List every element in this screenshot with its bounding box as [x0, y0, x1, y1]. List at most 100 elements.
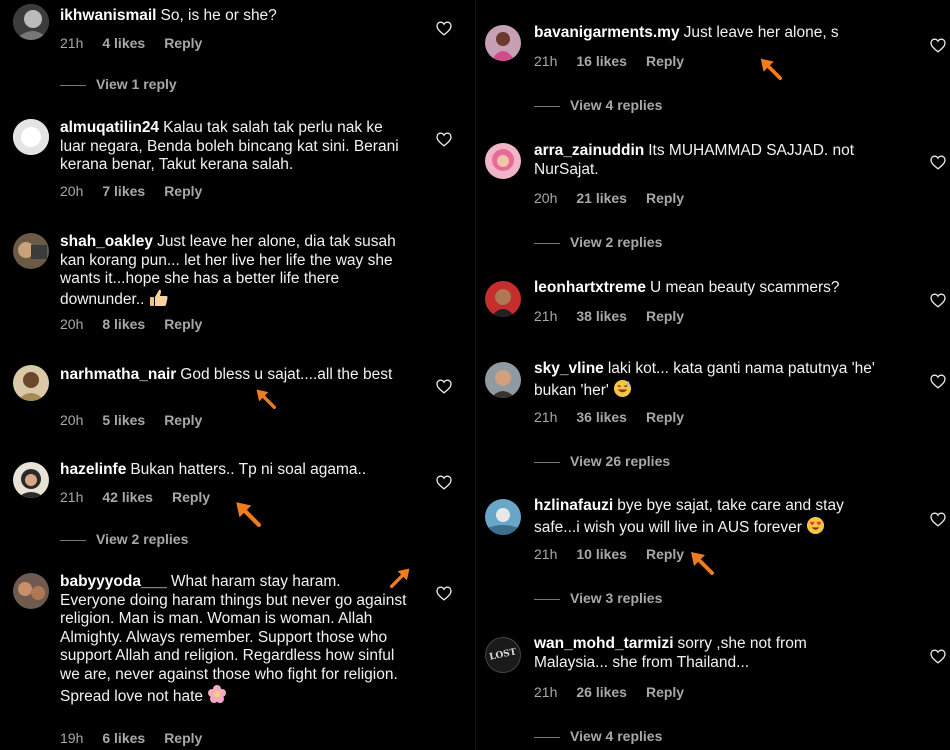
heart-icon[interactable] — [930, 649, 946, 664]
reply-button[interactable]: Reply — [172, 489, 210, 505]
heart-icon[interactable] — [930, 155, 946, 170]
avatar-logo-text: LOST — [488, 647, 518, 663]
arrow-annotation-icon — [390, 566, 412, 588]
arrow-annotation-icon — [254, 387, 276, 409]
divider-line — [534, 105, 560, 107]
flower-icon — [207, 684, 227, 710]
avatar[interactable] — [485, 281, 521, 317]
comment-likes[interactable]: 6 likes — [102, 730, 145, 746]
view-replies-button[interactable]: View 4 replies — [534, 97, 662, 113]
comment-username[interactable]: babyyyoda___ — [60, 573, 167, 590]
avatar[interactable] — [13, 233, 49, 269]
comment-username[interactable]: wan_mohd_tarmizi — [534, 635, 674, 652]
heart-icon[interactable] — [930, 374, 946, 389]
sweat-smile-icon — [613, 379, 632, 404]
avatar[interactable] — [13, 365, 49, 401]
reply-button[interactable]: Reply — [646, 190, 684, 206]
comment-likes[interactable]: 21 likes — [576, 190, 627, 206]
comment-time: 20h — [534, 190, 558, 206]
comment-time: 21h — [534, 684, 558, 700]
heart-icon[interactable] — [930, 293, 946, 308]
comment-username[interactable]: shah_oakley — [60, 233, 153, 250]
divider-line — [534, 736, 560, 738]
reply-button[interactable]: Reply — [164, 316, 202, 332]
avatar[interactable] — [13, 573, 49, 609]
reply-button[interactable]: Reply — [646, 308, 684, 324]
comment-time: 20h — [60, 316, 84, 332]
comment-likes[interactable]: 10 likes — [576, 546, 627, 562]
heart-icon[interactable] — [930, 38, 946, 53]
comment-time: 20h — [60, 183, 84, 199]
comment-likes[interactable]: 36 likes — [576, 409, 627, 425]
comment-time: 19h — [60, 730, 84, 746]
reply-button[interactable]: Reply — [164, 35, 202, 51]
comment-likes[interactable]: 7 likes — [102, 183, 145, 199]
view-replies-button[interactable]: View 2 replies — [60, 531, 188, 547]
comment-username[interactable]: hzlinafauzi — [534, 497, 613, 514]
reply-button[interactable]: Reply — [164, 183, 202, 199]
comment-text: U mean beauty scammers? — [649, 279, 840, 296]
comment-username[interactable]: narhmatha_nair — [60, 366, 176, 383]
comment-time: 21h — [60, 489, 84, 505]
view-replies-button[interactable]: View 1 reply — [60, 76, 177, 92]
view-replies-button[interactable]: View 3 replies — [534, 590, 662, 606]
comments-column-right: bavanigarments.my Just leave her alone, s… — [475, 0, 950, 750]
comment-username[interactable]: hazelinfe — [60, 461, 126, 478]
heart-icon[interactable] — [436, 21, 452, 36]
comment-time: 21h — [534, 409, 558, 425]
comment-time: 21h — [534, 546, 558, 562]
avatar[interactable] — [13, 462, 49, 498]
avatar[interactable] — [13, 4, 49, 40]
reply-button[interactable]: Reply — [164, 412, 202, 428]
arrow-annotation-icon — [758, 56, 782, 80]
view-replies-button[interactable]: View 4 replies — [534, 728, 662, 744]
comment-time: 21h — [60, 35, 84, 51]
heart-eyes-icon — [806, 516, 825, 541]
comment-text: So, is he or she? — [160, 7, 277, 24]
divider-line — [534, 242, 560, 244]
comments-column-left: ikhwanismail So, is he or she? 21h 4 likes… — [0, 0, 475, 750]
comment-likes[interactable]: 38 likes — [576, 308, 627, 324]
avatar[interactable] — [13, 119, 49, 155]
reply-button[interactable]: Reply — [646, 684, 684, 700]
arrow-annotation-icon — [688, 549, 714, 575]
comment-likes[interactable]: 26 likes — [576, 684, 627, 700]
comment-likes[interactable]: 8 likes — [102, 316, 145, 332]
comment-text: What haram stay haram. Everyone doing ha… — [60, 573, 407, 705]
comment-username[interactable]: ikhwanismail — [60, 7, 156, 24]
comment-text: Just leave her alone, s — [683, 24, 839, 41]
avatar[interactable] — [485, 25, 521, 61]
heart-icon[interactable] — [930, 512, 946, 527]
comment-likes[interactable]: 5 likes — [102, 412, 145, 428]
comment-likes[interactable]: 4 likes — [102, 35, 145, 51]
comment-likes[interactable]: 16 likes — [576, 53, 627, 69]
view-replies-button[interactable]: View 26 replies — [534, 453, 670, 469]
comment-time: 20h — [60, 412, 84, 428]
heart-icon[interactable] — [436, 379, 452, 394]
avatar[interactable] — [485, 362, 521, 398]
reply-button[interactable]: Reply — [164, 730, 202, 746]
comment-text: Bukan hatters.. Tp ni soal agama.. — [130, 461, 367, 478]
comment-username[interactable]: almuqatilin24 — [60, 119, 159, 136]
avatar[interactable] — [485, 143, 521, 179]
reply-button[interactable]: Reply — [646, 546, 684, 562]
avatar[interactable]: LOST — [485, 637, 521, 673]
heart-icon[interactable] — [436, 475, 452, 490]
comment-time: 21h — [534, 308, 558, 324]
arrow-annotation-icon — [233, 499, 261, 527]
comment-username[interactable]: sky_vline — [534, 360, 604, 377]
heart-icon[interactable] — [436, 132, 452, 147]
reply-button[interactable]: Reply — [646, 409, 684, 425]
heart-icon[interactable] — [436, 586, 452, 601]
comment-username[interactable]: arra_zainuddin — [534, 142, 644, 159]
comment-username[interactable]: leonhartxtreme — [534, 279, 646, 296]
divider-line — [534, 598, 560, 600]
thumbs-up-icon — [149, 289, 169, 313]
divider-line — [534, 461, 560, 463]
divider-line — [60, 84, 86, 86]
comment-likes[interactable]: 42 likes — [102, 489, 153, 505]
view-replies-button[interactable]: View 2 replies — [534, 234, 662, 250]
comment-username[interactable]: bavanigarments.my — [534, 24, 680, 41]
reply-button[interactable]: Reply — [646, 53, 684, 69]
avatar[interactable] — [485, 499, 521, 535]
